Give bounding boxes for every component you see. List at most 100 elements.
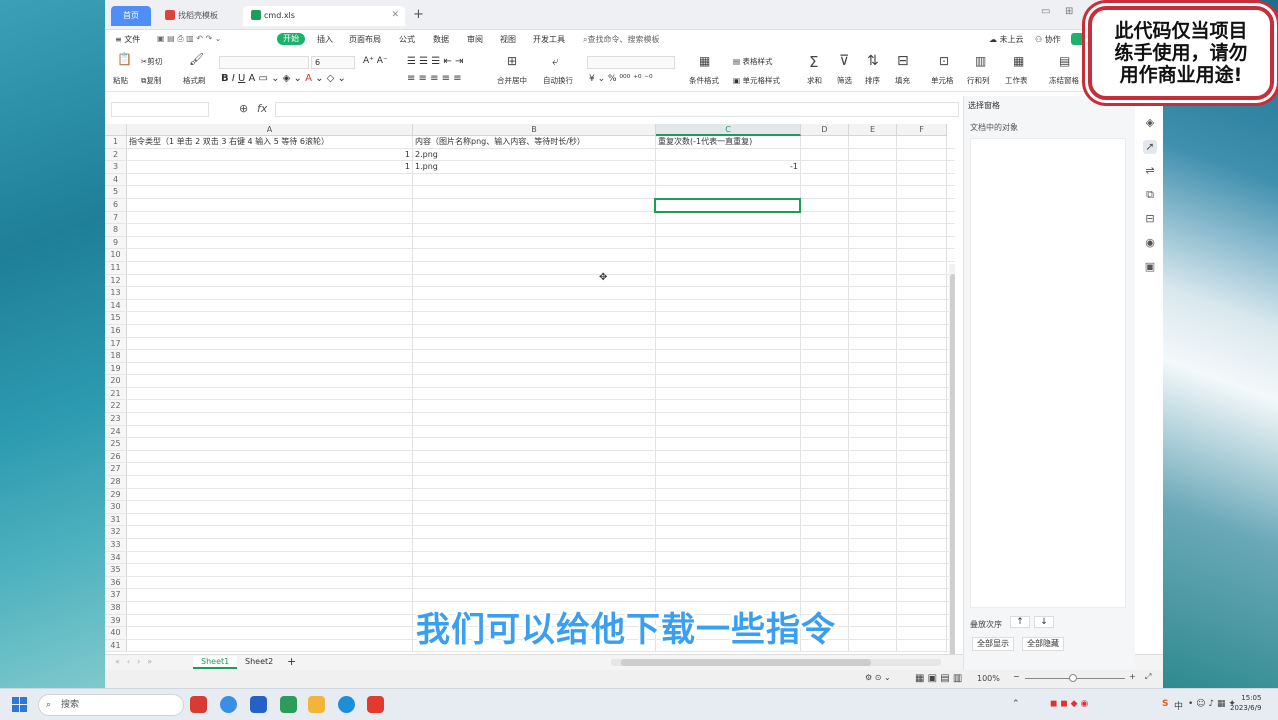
cell-c[interactable] [656, 413, 801, 425]
row-number[interactable]: 28 [105, 476, 127, 488]
row-number[interactable]: 33 [105, 539, 127, 551]
cell-c[interactable] [656, 173, 801, 186]
format-painter-button[interactable]: 格式刷 [183, 75, 206, 86]
cell-d[interactable] [801, 564, 849, 576]
cell-d[interactable] [801, 476, 849, 488]
cell-b[interactable] [413, 350, 656, 362]
cell-b[interactable] [413, 274, 656, 287]
row-number[interactable]: 9 [105, 236, 127, 249]
cell-b[interactable] [413, 362, 656, 375]
cell-e[interactable] [849, 450, 897, 463]
cell-b[interactable] [413, 539, 656, 551]
cell-d[interactable] [801, 173, 849, 186]
menu-data[interactable]: 数据 [433, 34, 449, 45]
cell-a[interactable] [127, 450, 413, 463]
row-number[interactable]: 26 [105, 450, 127, 463]
cell-b[interactable]: 内容（图片名称png、输入内容、等待时长/秒） [413, 136, 656, 148]
cell-f[interactable] [897, 564, 947, 576]
cell-d[interactable] [801, 274, 849, 287]
cell-a[interactable] [127, 551, 413, 564]
cell-c[interactable] [656, 211, 801, 224]
row-number[interactable]: 32 [105, 526, 127, 538]
cell-e[interactable] [849, 324, 897, 337]
cell-d[interactable] [801, 438, 849, 450]
vertical-scroll-thumb[interactable] [950, 274, 955, 654]
cell-e[interactable] [849, 287, 897, 299]
cell-e[interactable] [849, 211, 897, 224]
sogou-ime-icon[interactable]: S [1162, 699, 1168, 709]
object-list[interactable] [970, 138, 1126, 608]
cell-d[interactable] [801, 413, 849, 425]
cell-d[interactable] [801, 136, 849, 148]
cell-e[interactable] [849, 438, 897, 450]
cell-c[interactable] [656, 513, 801, 526]
font-grow-shrink-buttons[interactable]: A⁺ A⁻ [363, 56, 388, 66]
cell-e[interactable] [849, 564, 897, 576]
app-icon-1[interactable] [190, 696, 207, 713]
cell-d[interactable] [801, 400, 849, 413]
row-number[interactable]: 36 [105, 576, 127, 589]
cell-a[interactable] [127, 438, 413, 450]
cell-e[interactable] [849, 186, 897, 198]
filter-button[interactable]: 筛选 [837, 75, 852, 86]
cell-f[interactable] [897, 136, 947, 148]
cell-c[interactable] [656, 249, 801, 261]
cell-b[interactable] [413, 387, 656, 400]
number-format-select[interactable] [587, 56, 675, 69]
column-header-d[interactable]: D [801, 124, 849, 136]
ime-mode[interactable]: 中 [1174, 699, 1183, 712]
cell-c[interactable] [656, 148, 801, 161]
vertical-scrollbar[interactable] [949, 264, 955, 654]
column-header-e[interactable]: E [849, 124, 897, 136]
cell-b[interactable] [413, 438, 656, 450]
cell-f[interactable] [897, 601, 947, 614]
command-search[interactable]: ⌕查找命令、搜索模板 [583, 34, 659, 45]
formula-input[interactable] [275, 102, 959, 117]
cell-f[interactable] [897, 362, 947, 375]
worksheet-button[interactable]: 工作表 [1005, 75, 1028, 86]
cell-e[interactable] [849, 224, 897, 236]
row-number[interactable]: 8 [105, 224, 127, 236]
cell-e[interactable] [849, 136, 897, 148]
selected-cell-c6[interactable] [654, 198, 801, 213]
cell-d[interactable] [801, 375, 849, 387]
cell-d[interactable] [801, 463, 849, 476]
cell-b[interactable]: 1.png [413, 161, 656, 173]
show-all-button[interactable]: 全部显示 [972, 637, 1014, 651]
cell-e[interactable] [849, 501, 897, 513]
cell-a[interactable] [127, 375, 413, 387]
cell-c[interactable] [656, 488, 801, 501]
cell-c[interactable] [656, 387, 801, 400]
cell-f[interactable] [897, 274, 947, 287]
menu-insert[interactable]: 插入 [317, 34, 333, 45]
horizontal-align-buttons[interactable]: ≡ ≡ ≡ ≡ ≡ [407, 73, 462, 84]
zoom-slider-handle[interactable] [1069, 674, 1077, 682]
row-number[interactable]: 2 [105, 148, 127, 161]
cell-c[interactable] [656, 463, 801, 476]
cell-d[interactable] [801, 450, 849, 463]
view-mode-icons[interactable]: ▦ ▣ ▤ ▥ [915, 673, 962, 684]
cell-d[interactable] [801, 161, 849, 173]
cell-a[interactable] [127, 513, 413, 526]
cell-c[interactable] [656, 551, 801, 564]
cell-a[interactable] [127, 224, 413, 236]
cell-f[interactable] [897, 198, 947, 211]
bold-italic-underline-buttons[interactable]: B I U A ▭ ⌄ ◈ ⌄ A ⌄ ◇ ⌄ [221, 73, 346, 84]
cell-f[interactable] [897, 261, 947, 274]
sheet-tab-sheet1[interactable]: Sheet1 [193, 656, 238, 669]
cell-f[interactable] [897, 413, 947, 425]
cell-e[interactable] [849, 173, 897, 186]
cell-b[interactable] [413, 198, 656, 211]
cell-b[interactable] [413, 211, 656, 224]
cell-a[interactable] [127, 425, 413, 438]
row-number[interactable]: 13 [105, 287, 127, 299]
cell-a[interactable] [127, 287, 413, 299]
cell-a[interactable] [127, 488, 413, 501]
spreadsheet-grid[interactable]: A B C D E F 1 指令类型（1 单击 2 双击 3 右键 4 输入 5 … [105, 124, 955, 654]
fill-icon[interactable]: ⊟ [897, 53, 909, 69]
grid-apps-icon[interactable]: ⊞ [1065, 6, 1073, 17]
cloud-status[interactable]: ☁ 未上云 [989, 34, 1024, 45]
cell-a[interactable] [127, 526, 413, 538]
cell-f[interactable] [897, 551, 947, 564]
row-number[interactable]: 21 [105, 387, 127, 400]
